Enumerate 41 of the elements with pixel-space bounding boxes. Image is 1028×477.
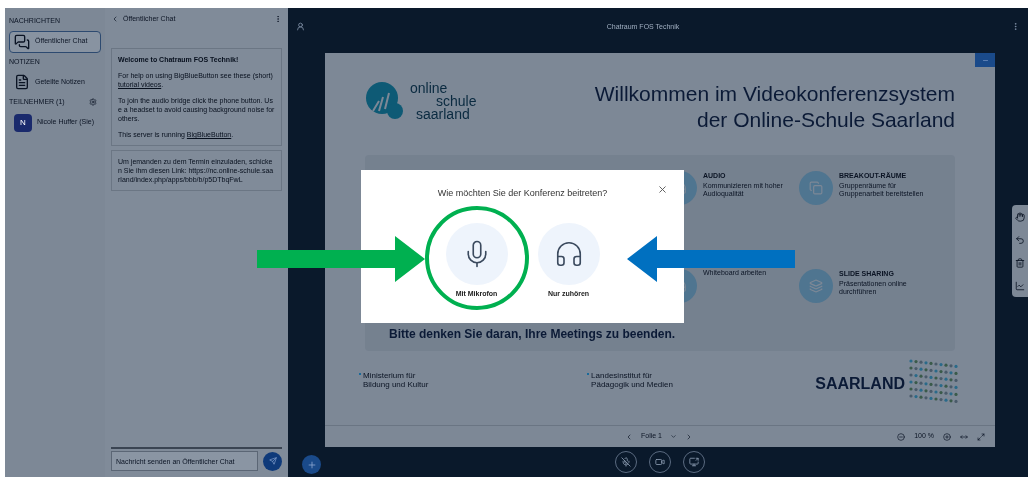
footer-text: Ministerium für — [363, 371, 417, 380]
dropdown-icon[interactable] — [670, 433, 677, 440]
settings-icon[interactable] — [89, 98, 97, 107]
user-avatar: N — [14, 113, 32, 132]
zoom-in-icon[interactable] — [943, 432, 951, 441]
trash-icon[interactable] — [1015, 257, 1025, 268]
slide-heading: Willkommen im Videokonferenzsystem — [594, 81, 955, 107]
logo-text: online — [410, 81, 448, 95]
hand-icon[interactable] — [1015, 211, 1025, 222]
plus-icon — [306, 459, 317, 470]
camera-icon — [655, 457, 665, 467]
chat-icon — [14, 33, 30, 50]
document-icon — [14, 74, 30, 90]
zoom-out-icon[interactable] — [897, 432, 906, 441]
chart-icon[interactable] — [1015, 280, 1025, 291]
footer-text: Pädagogik und Medien — [591, 380, 673, 389]
undo-icon[interactable] — [1015, 234, 1025, 245]
slide-heading: der Online-Schule Saarland — [697, 107, 955, 133]
logo-icon — [365, 81, 405, 121]
fullscreen-icon[interactable] — [977, 432, 985, 441]
logo-text: saarland — [415, 107, 470, 121]
more-icon[interactable] — [274, 15, 282, 23]
next-icon[interactable] — [685, 432, 693, 441]
close-icon[interactable] — [657, 184, 668, 195]
brand-text: SAARLAND — [815, 374, 905, 394]
dialog-question: Wie möchten Sie der Konferenz beitreten? — [437, 188, 608, 199]
feature-icon — [799, 269, 833, 303]
microphone-off-icon — [621, 457, 631, 467]
previous-icon[interactable] — [625, 432, 633, 441]
more-icon[interactable] — [1011, 22, 1020, 31]
footer-text: Bildung und Kultur — [363, 380, 429, 389]
feature-icon — [799, 171, 833, 205]
footer-text: Landesinstitut für — [591, 371, 654, 380]
send-button[interactable] — [263, 451, 282, 471]
back-icon[interactable] — [111, 15, 119, 23]
reminder-text: Bitte denken Sie daran, Ihre Meetings zu beenden. — [389, 326, 677, 343]
fit-width-icon[interactable] — [960, 432, 968, 441]
send-icon — [268, 457, 277, 465]
logo-text: schule — [436, 94, 477, 108]
screen-share-icon — [689, 457, 699, 467]
user-toggle-icon[interactable] — [296, 22, 305, 31]
